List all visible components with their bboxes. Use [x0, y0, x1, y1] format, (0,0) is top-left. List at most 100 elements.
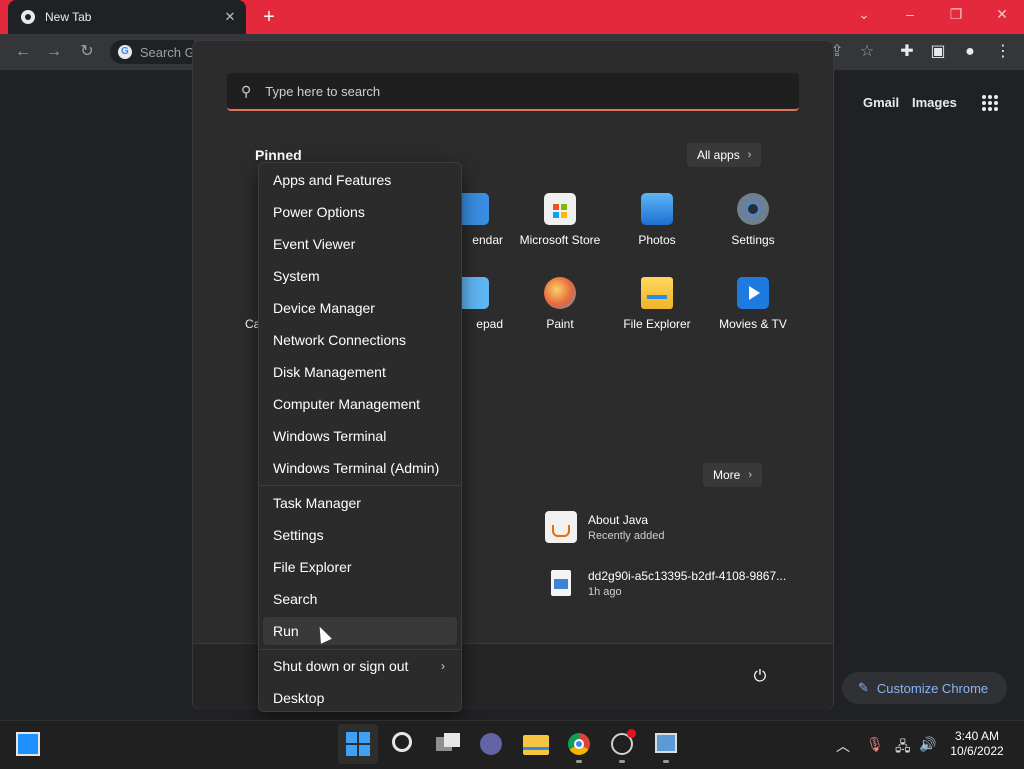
gmail-link[interactable]: Gmail — [863, 95, 899, 110]
teams-chat-icon[interactable] — [480, 733, 502, 755]
chevron-down-icon[interactable]: ⌄ — [850, 6, 878, 24]
task-view-icon[interactable] — [436, 733, 460, 753]
chevron-right-icon: › — [441, 659, 445, 673]
menu-item-label: Run — [273, 623, 299, 639]
address-bar[interactable]: G Search G — [110, 40, 194, 64]
all-apps-button[interactable]: All apps › — [687, 143, 762, 167]
movies-tv-icon — [737, 277, 769, 309]
running-indicator — [663, 760, 669, 763]
running-indicator — [619, 760, 625, 763]
app-label: File Explorer — [623, 317, 691, 331]
back-icon[interactable]: ← — [12, 42, 34, 62]
remote-desktop-icon[interactable] — [655, 733, 677, 753]
profile-icon[interactable]: ● — [959, 42, 981, 62]
pinned-app-paint[interactable]: Paint — [512, 277, 608, 331]
recommended-item-image[interactable]: dd2g90i-a5c13395-b2df-4108-9867... 1h ag… — [545, 567, 786, 599]
search-icon[interactable] — [392, 732, 412, 752]
taskbar-clock[interactable]: 3:40 AM 10/6/2022 — [946, 729, 1008, 759]
menu-item-desktop[interactable]: Desktop — [263, 684, 457, 712]
file-explorer-icon[interactable] — [523, 735, 549, 755]
start-search-box[interactable]: ⚲ — [227, 73, 799, 111]
all-apps-label: All apps — [697, 148, 740, 162]
power-icon[interactable]: ⏻ — [749, 666, 771, 688]
chrome-icon[interactable] — [568, 733, 590, 755]
network-icon[interactable]: 🖧 — [895, 736, 911, 760]
address-bar-placeholder: Search G — [139, 44, 194, 60]
chevron-right-icon: › — [748, 469, 753, 481]
minimize-icon[interactable]: – — [896, 6, 924, 24]
recommended-item-java[interactable]: About Java Recently added — [545, 511, 664, 543]
menu-item-label: File Explorer — [273, 559, 352, 575]
menu-item-network-connections[interactable]: Network Connections — [263, 326, 457, 354]
menu-item-label: Power Options — [273, 204, 365, 220]
reload-icon[interactable]: ↻ — [76, 42, 98, 62]
pinned-app-file-explorer[interactable]: File Explorer — [609, 277, 705, 331]
start-button-icon[interactable] — [346, 732, 370, 756]
google-icon: G — [118, 45, 132, 59]
menu-item-label: Search — [273, 591, 318, 607]
image-file-icon — [545, 567, 577, 599]
chevron-up-icon[interactable]: ︿ — [836, 736, 850, 756]
tab-new-tab[interactable]: New Tab ✕ — [8, 0, 246, 34]
pinned-app-settings[interactable]: Settings — [705, 193, 801, 247]
extensions-icon[interactable]: ✚ — [896, 42, 918, 62]
winx-context-menu: Apps and Features Power Options Event Vi… — [258, 162, 462, 712]
more-button[interactable]: More › — [703, 463, 763, 487]
app-label: Settings — [731, 233, 775, 247]
recommended-title: About Java — [588, 512, 649, 527]
pinned-app-microsoft-store[interactable]: Microsoft Store — [512, 193, 608, 247]
images-link[interactable]: Images — [912, 95, 957, 110]
pinned-heading: Pinned — [255, 147, 302, 163]
side-panel-icon[interactable]: ▣ — [927, 42, 949, 62]
app-label: Movies & TV — [719, 317, 787, 331]
menu-item-disk-management[interactable]: Disk Management — [263, 358, 457, 386]
menu-item-run[interactable]: Run — [263, 617, 457, 645]
app-label: Microsoft Store — [519, 233, 601, 247]
menu-item-task-manager[interactable]: Task Manager — [263, 489, 457, 517]
widgets-icon[interactable] — [16, 732, 40, 756]
menu-item-power-options[interactable]: Power Options — [263, 198, 457, 226]
menu-item-settings[interactable]: Settings — [263, 521, 457, 549]
settings-gear-icon — [737, 193, 769, 225]
menu-item-label: Network Connections — [273, 332, 407, 348]
close-tab-icon[interactable]: ✕ — [220, 9, 240, 25]
menu-kebab-icon[interactable]: ⋮ — [992, 42, 1014, 62]
start-search-input[interactable] — [263, 82, 668, 100]
pinned-app-movies-tv[interactable]: Movies & TV — [705, 277, 801, 331]
microsoft-store-icon — [544, 193, 576, 225]
menu-item-windows-terminal-admin[interactable]: Windows Terminal (Admin) — [263, 454, 457, 482]
bookmark-star-icon[interactable]: ☆ — [856, 42, 878, 62]
app-label: Paint — [546, 317, 574, 331]
menu-item-label: Windows Terminal (Admin) — [273, 460, 440, 476]
menu-item-computer-management[interactable]: Computer Management — [263, 390, 457, 418]
menu-item-system[interactable]: System — [263, 262, 457, 290]
paint-icon — [544, 277, 576, 309]
clock-date: 10/6/2022 — [950, 744, 1004, 758]
microphone-icon[interactable]: 🎙 — [866, 736, 884, 753]
menu-item-label: Shut down or sign out — [273, 658, 409, 674]
menu-item-windows-terminal[interactable]: Windows Terminal — [263, 422, 457, 450]
new-tab-button[interactable]: + — [258, 6, 280, 28]
close-window-icon[interactable]: ✕ — [988, 6, 1016, 24]
forward-icon[interactable]: → — [43, 42, 65, 62]
menu-item-search[interactable]: Search — [263, 585, 457, 613]
menu-item-apps-features[interactable]: Apps and Features — [263, 166, 457, 194]
menu-item-device-manager[interactable]: Device Manager — [263, 294, 457, 322]
google-apps-icon[interactable] — [982, 95, 998, 111]
chevron-right-icon: › — [747, 149, 752, 161]
restore-icon[interactable]: ❐ — [942, 6, 970, 24]
menu-item-label: Settings — [273, 527, 324, 543]
pinned-app-photos[interactable]: Photos — [609, 193, 705, 247]
menu-item-file-explorer[interactable]: File Explorer — [263, 553, 457, 581]
menu-separator — [259, 649, 461, 650]
pencil-icon: ✎ — [858, 680, 869, 695]
customize-chrome-label: Customize Chrome — [876, 680, 989, 696]
recommended-subtitle: Recently added — [588, 529, 665, 542]
java-icon — [545, 511, 577, 543]
volume-icon[interactable]: 🔊 — [919, 736, 936, 753]
customize-chrome-button[interactable]: ✎ Customize Chrome — [842, 672, 1007, 704]
tab-title: New Tab — [45, 10, 92, 24]
menu-item-event-viewer[interactable]: Event Viewer — [263, 230, 457, 258]
obs-icon[interactable] — [611, 729, 636, 755]
menu-item-shutdown[interactable]: Shut down or sign out › — [263, 652, 457, 680]
